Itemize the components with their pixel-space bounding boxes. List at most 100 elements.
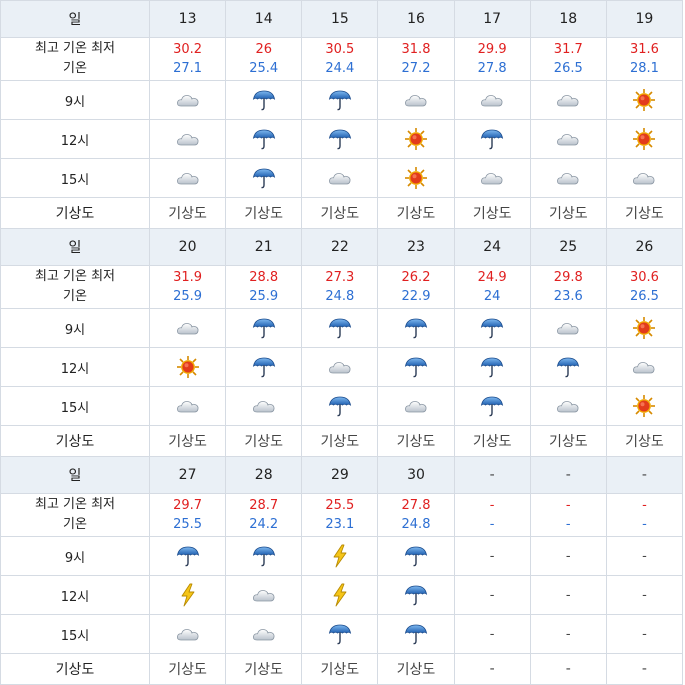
empty-value: - [489, 626, 495, 642]
weather-map-link[interactable]: 기상도 [321, 206, 360, 222]
day-cell: 25 [529, 228, 607, 266]
weather-cell [529, 158, 607, 198]
weather-cell [225, 308, 303, 348]
low-temp: - [642, 517, 647, 532]
weather-cell [529, 347, 607, 387]
day-number: 14 [254, 11, 273, 27]
time-slot-label: 12시 [60, 589, 90, 605]
umbrella-icon [327, 90, 353, 111]
weather-cell [377, 119, 455, 159]
temperature-label-line2: 기온 [63, 517, 87, 532]
cloud-icon [631, 171, 657, 186]
day-number: 21 [254, 239, 273, 255]
day-cell: 29 [301, 456, 379, 494]
high-temp: 29.8 [553, 270, 583, 285]
weather-cell [453, 386, 531, 426]
empty-value: - [489, 548, 495, 564]
cloud-icon [555, 171, 581, 186]
weather-map-link[interactable]: 기상도 [549, 434, 588, 450]
low-temp: 25.9 [249, 289, 279, 304]
lightning-icon [175, 583, 201, 607]
day-number: 16 [407, 11, 425, 27]
cloud-icon [175, 93, 201, 108]
weather-cell [148, 308, 227, 348]
high-temp: 25.5 [325, 498, 355, 513]
time-slot-label-cell: 15시 [0, 614, 150, 654]
time-slot-label: 9시 [64, 94, 86, 110]
weather-map-link[interactable]: 기상도 [168, 206, 207, 222]
temperature-cell: 29.8 23.6 [529, 265, 607, 309]
day-label: 일 [68, 240, 82, 256]
weather-map-cell: 기상도 [225, 197, 303, 229]
weather-cell [148, 614, 227, 654]
weather-map-link[interactable]: 기상도 [244, 206, 283, 222]
empty-value: - [565, 587, 571, 603]
umbrella-icon [555, 357, 581, 378]
weather-map-link[interactable]: 기상도 [397, 434, 436, 450]
time-slot-label-cell: 12시 [0, 575, 150, 615]
temperature-cell: 28.8 25.9 [225, 265, 303, 309]
low-temp: 25.9 [173, 289, 203, 304]
temperature-cell: 30.5 24.4 [301, 37, 379, 81]
weather-map-link[interactable]: 기상도 [625, 434, 664, 450]
weather-map-link[interactable]: 기상도 [244, 662, 283, 678]
weather-cell [605, 347, 684, 387]
weather-map-link[interactable]: 기상도 [473, 434, 512, 450]
umbrella-icon [251, 90, 277, 111]
high-temp: 29.9 [477, 42, 507, 57]
temperature-cell: 31.8 27.2 [377, 37, 455, 81]
cloud-icon [555, 321, 581, 336]
empty-value: - [489, 661, 495, 677]
weather-cell [301, 308, 379, 348]
low-temp: 23.1 [325, 517, 355, 532]
day-cell: 30 [377, 456, 455, 494]
low-temp: - [489, 517, 495, 532]
cloud-icon [555, 93, 581, 108]
weather-calendar: 일 13 14 15 16 17 18 19 최고 기온 최저 기온 30.2 27.1 26 25.4 3… [0, 0, 684, 685]
weather-map-row: 기상도 기상도 기상도 기상도 기상도 기상도 기상도 기상도 [0, 197, 684, 229]
weather-map-cell: 기상도 [225, 425, 303, 457]
weather-map-cell: 기상도 [148, 197, 227, 229]
time-slot-row: 9시 - - - [0, 536, 684, 576]
high-temp: 26 [255, 42, 272, 57]
cloud-icon [175, 132, 201, 147]
weather-map-link[interactable]: 기상도 [321, 434, 360, 450]
low-temp: 24.4 [325, 61, 355, 76]
time-slot-label: 15시 [60, 628, 90, 644]
weather-cell [301, 536, 379, 576]
weather-map-link[interactable]: 기상도 [244, 434, 283, 450]
weather-map-label-cell: 기상도 [0, 425, 150, 457]
weather-map-link[interactable]: 기상도 [321, 662, 360, 678]
day-label-cell: 일 [0, 0, 150, 38]
cloud-icon [175, 399, 201, 414]
weather-map-link[interactable]: 기상도 [168, 434, 207, 450]
forecast-table: 일 13 14 15 16 17 18 19 최고 기온 최저 기온 30.2 27.1 26 25.4 3… [0, 0, 684, 685]
low-temp: 24 [483, 289, 501, 304]
umbrella-icon [479, 129, 505, 150]
low-temp: 26.5 [629, 289, 659, 304]
weather-map-link[interactable]: 기상도 [549, 206, 588, 222]
weather-cell [148, 347, 227, 387]
weather-map-link[interactable]: 기상도 [168, 662, 207, 678]
day-header-row: 일 20 21 22 23 24 25 26 [0, 228, 684, 266]
time-slot-label: 15시 [60, 400, 90, 416]
high-temp: 30.2 [173, 42, 203, 57]
weather-map-label-cell: 기상도 [0, 197, 150, 229]
low-temp: 23.6 [553, 289, 583, 304]
cloud-icon [251, 588, 277, 603]
weather-map-link[interactable]: 기상도 [625, 206, 664, 222]
day-cell: 24 [453, 228, 531, 266]
day-number: - [565, 467, 571, 483]
day-cell: 18 [529, 0, 607, 38]
weather-map-link[interactable]: 기상도 [397, 206, 436, 222]
low-temp: 27.2 [401, 61, 431, 76]
high-temp: 30.6 [629, 270, 659, 285]
temperature-label-line1: 최고 기온 최저 [34, 497, 116, 512]
weather-map-link[interactable]: 기상도 [473, 206, 512, 222]
weather-cell [301, 119, 379, 159]
weather-map-link[interactable]: 기상도 [397, 662, 436, 678]
sun-icon [631, 128, 657, 150]
high-temp: 27.8 [401, 498, 431, 513]
sun-icon [631, 395, 657, 417]
weather-cell [377, 308, 455, 348]
